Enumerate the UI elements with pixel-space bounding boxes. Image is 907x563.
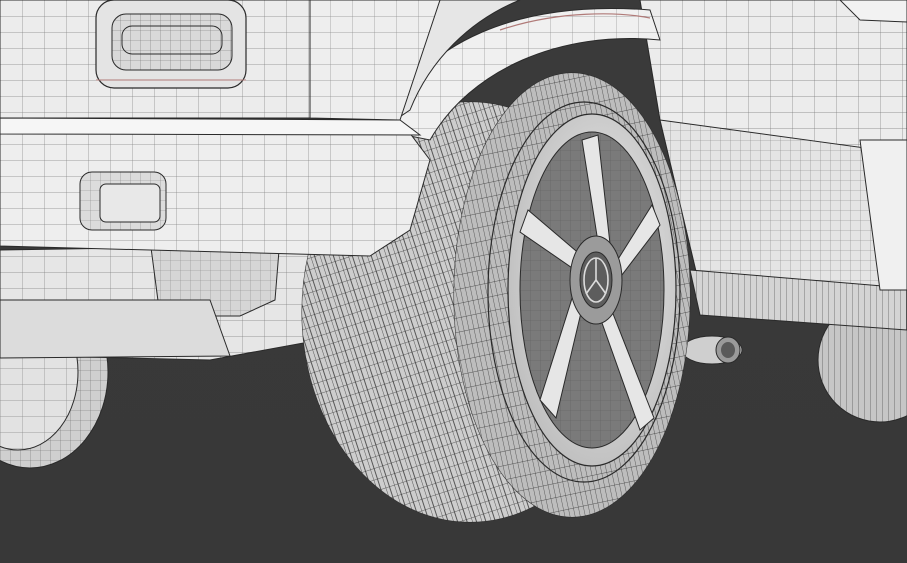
rear-rim <box>507 113 677 467</box>
exhaust-tip <box>681 335 743 365</box>
hub-cap <box>569 235 623 325</box>
rear-bumper <box>0 117 431 257</box>
wireframe-render <box>0 0 907 563</box>
tail-light <box>0 0 311 119</box>
viewport <box>0 0 907 563</box>
underbody <box>0 237 331 361</box>
